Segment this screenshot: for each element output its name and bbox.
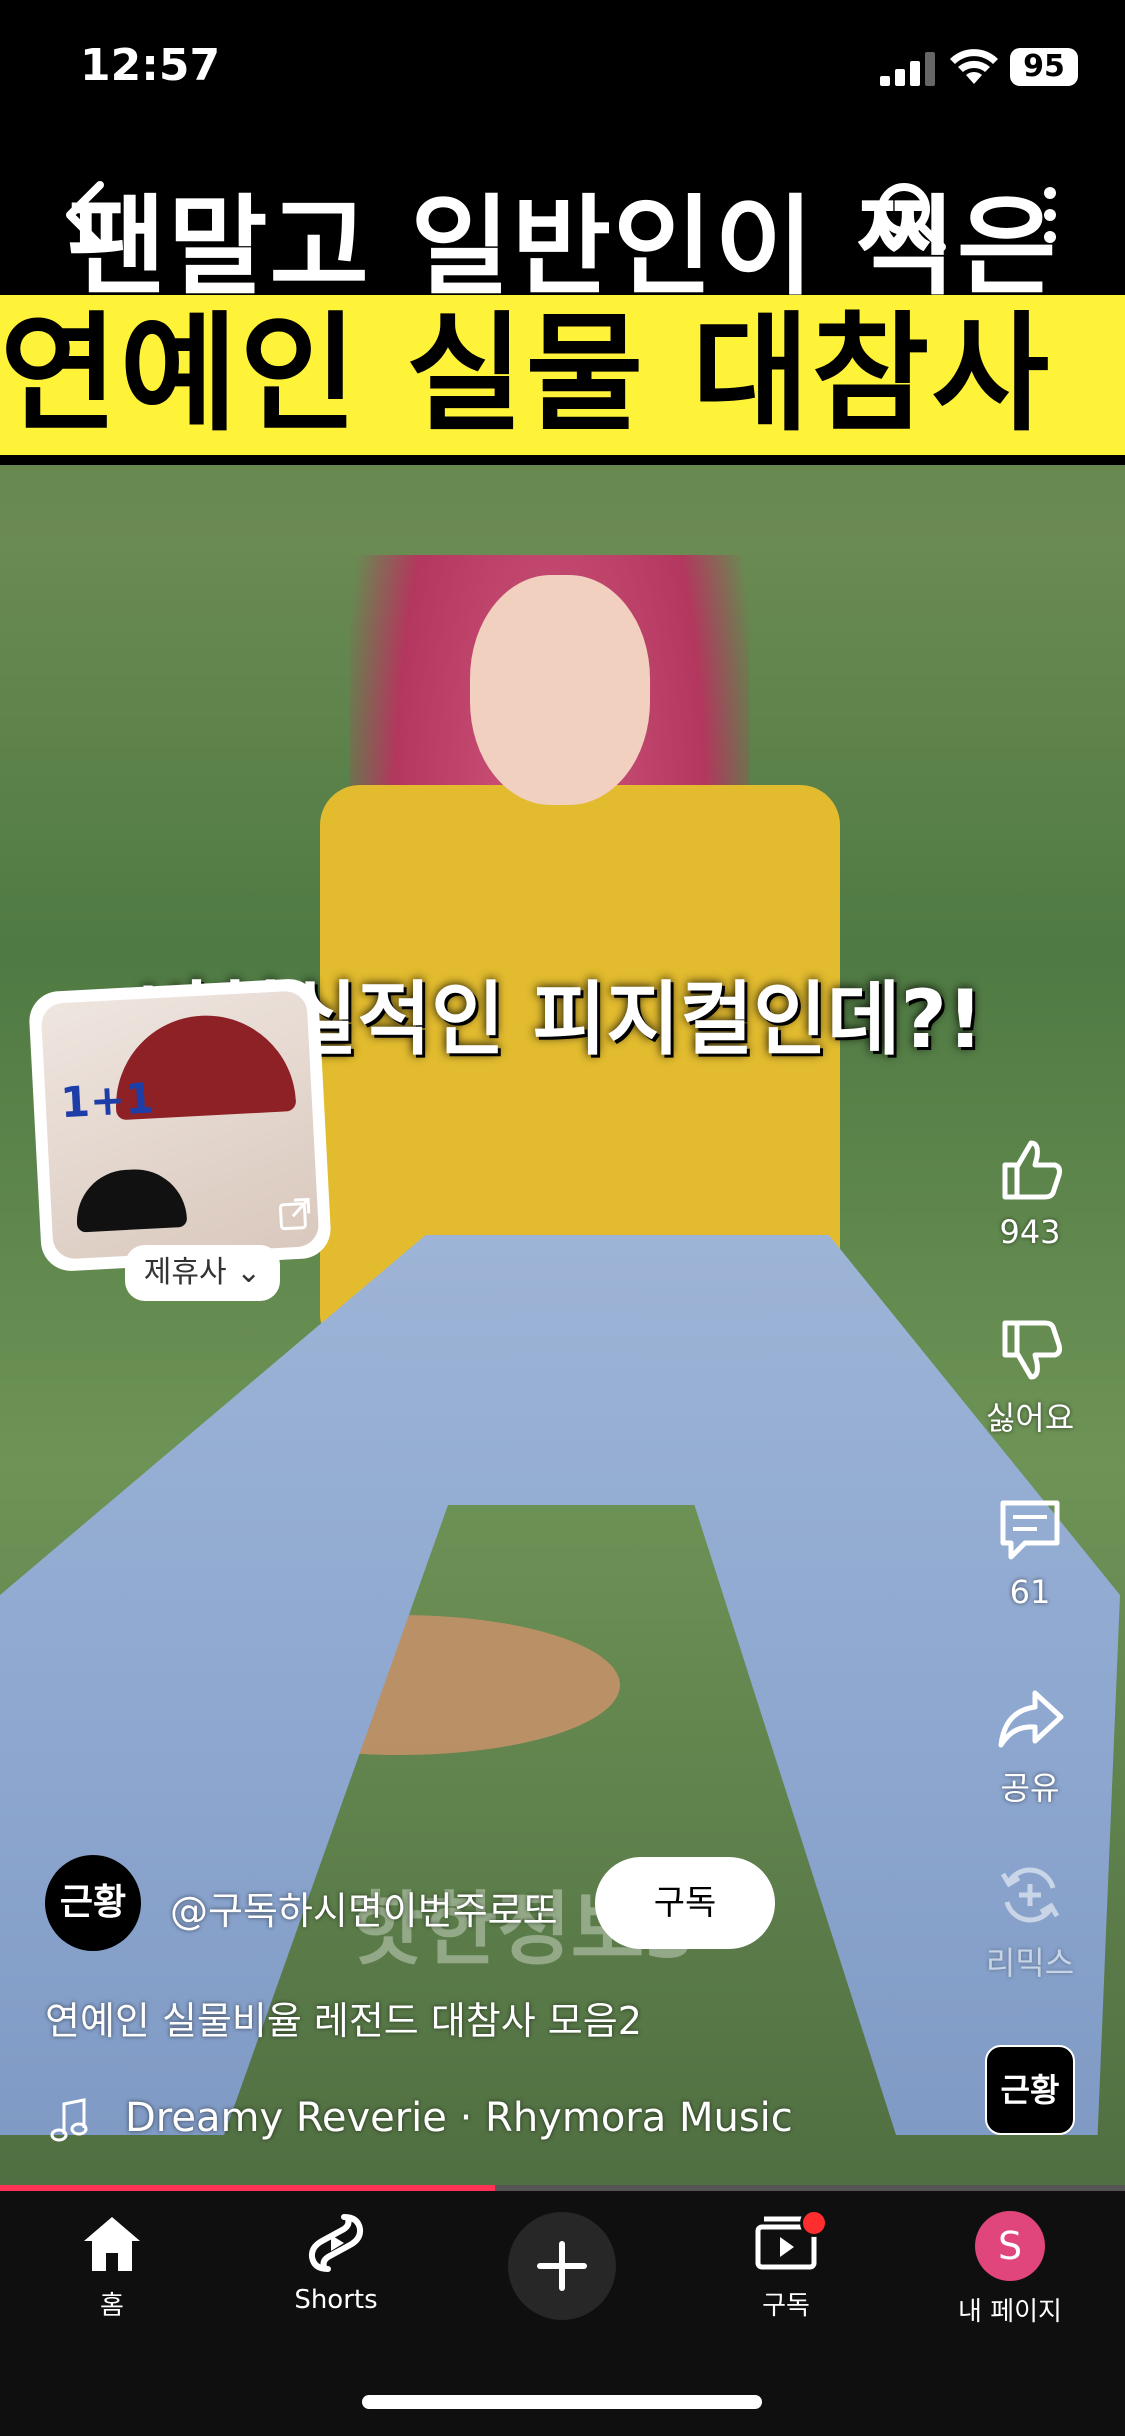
- like-button[interactable]: 943: [980, 1135, 1080, 1251]
- home-icon: [84, 2217, 140, 2271]
- bottom-navigation: 홈 Shorts 구독 S 내 페이지: [0, 2191, 1125, 2436]
- shorts-icon: [308, 2214, 364, 2272]
- sponsored-product-card[interactable]: 1+1: [27, 977, 333, 1273]
- create-button[interactable]: [508, 2212, 616, 2320]
- share-icon: [998, 1690, 1064, 1748]
- channel-row: 근황 @구독하시면이번주로또 구독: [45, 1855, 845, 1955]
- video-subject-face: [470, 575, 650, 805]
- cellular-signal-icon: [880, 52, 935, 86]
- product-badge: 1+1: [59, 1073, 156, 1128]
- nav-home[interactable]: 홈: [22, 2211, 202, 2322]
- affiliate-label-text: 제휴사: [143, 1255, 227, 1290]
- home-indicator: [362, 2395, 762, 2409]
- overlay-title-line2: 연예인 실물 대참사: [0, 295, 1125, 455]
- search-icon[interactable]: [870, 175, 950, 255]
- subscribe-button[interactable]: 구독: [595, 1857, 775, 1949]
- remix-button[interactable]: 리믹스: [980, 1860, 1080, 1984]
- channel-handle[interactable]: @구독하시면이번주로또: [170, 1880, 558, 1935]
- overlay-title-line1: 팬말고 일반인이 찍은: [66, 185, 1059, 310]
- video-title-overlay: 팬말고 일반인이 찍은 연예인 실물 대참사: [0, 135, 1125, 465]
- notification-dot: [800, 2209, 828, 2237]
- dislike-button[interactable]: 싫어요: [980, 1315, 1080, 1439]
- plus-icon: [537, 2241, 587, 2291]
- nav-my-page-label: 내 페이지: [958, 2297, 1062, 2327]
- wifi-icon: [950, 49, 998, 84]
- dislike-label: 싫어요: [985, 1399, 1075, 1437]
- black-cap-shape: [74, 1166, 188, 1233]
- nav-shorts-label: Shorts: [294, 2285, 378, 2315]
- music-note-icon: [50, 2098, 88, 2142]
- thumbs-down-icon: [1002, 1320, 1062, 1380]
- remix-icon: [1000, 1867, 1060, 1923]
- status-time: 12:57: [80, 40, 221, 91]
- share-label: 공유: [1000, 1769, 1060, 1807]
- external-link-icon: [278, 1197, 311, 1231]
- more-options-icon[interactable]: [1040, 175, 1060, 255]
- nav-subscriptions-label: 구독: [762, 2291, 810, 2321]
- thumbs-up-icon: [1002, 1140, 1062, 1200]
- like-count: 943: [999, 1213, 1061, 1251]
- comment-icon: [1000, 1500, 1060, 1560]
- music-track: Dreamy Reverie · Rhymora Music: [125, 2095, 793, 2141]
- channel-avatar[interactable]: 근황: [45, 1855, 141, 1951]
- music-row[interactable]: Dreamy Reverie · Rhymora Music: [50, 2090, 950, 2150]
- comment-count: 61: [1009, 1573, 1051, 1611]
- comments-button[interactable]: 61: [980, 1495, 1080, 1611]
- back-arrow-icon[interactable]: [55, 175, 115, 255]
- remix-label: 리믹스: [985, 1944, 1075, 1982]
- share-button[interactable]: 공유: [980, 1685, 1080, 1809]
- nav-shorts[interactable]: Shorts: [246, 2211, 426, 2315]
- product-image: 1+1: [40, 990, 320, 1260]
- profile-avatar: S: [975, 2211, 1045, 2281]
- video-title[interactable]: 연예인 실물비율 레전드 대참사 모음2: [45, 1990, 642, 2045]
- battery-indicator: 95: [1010, 48, 1078, 86]
- nav-home-label: 홈: [100, 2291, 124, 2321]
- nav-my-page[interactable]: S 내 페이지: [920, 2211, 1100, 2328]
- status-bar: 12:57 95: [0, 0, 1125, 135]
- nav-subscriptions[interactable]: 구독: [696, 2209, 876, 2322]
- sound-thumbnail[interactable]: 근황: [985, 2045, 1075, 2135]
- chevron-down-icon: ⌄: [236, 1255, 262, 1290]
- affiliate-label[interactable]: 제휴사 ⌄: [125, 1245, 280, 1301]
